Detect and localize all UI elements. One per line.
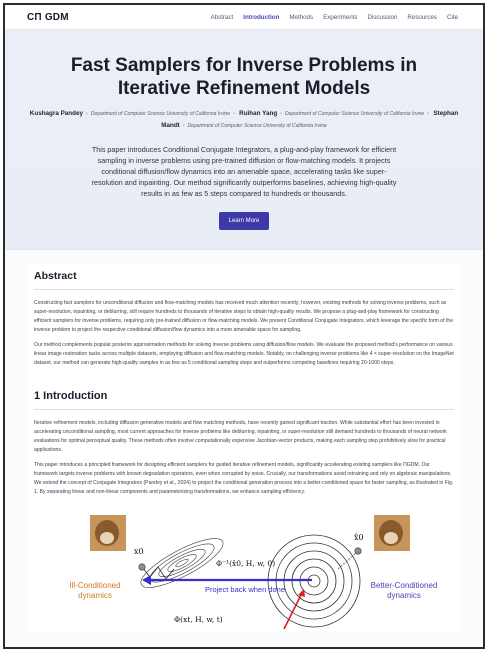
author-affiliation: Department of Computer Science Universit… — [187, 123, 327, 129]
better-conditioned-label: Better-Conditioned dynamics — [370, 581, 438, 600]
introduction-heading: 1 Introduction — [34, 390, 454, 410]
figure-diagram — [90, 515, 410, 630]
project-back-label: Project back when done — [204, 585, 286, 594]
nav-link-cite[interactable]: Cite — [442, 14, 463, 21]
phi-inverse-label: Φ⁻¹(x̂0, H, w, 0) — [216, 559, 276, 568]
top-nav: CΠ GDM Abstract Introduction Methods Exp… — [5, 5, 483, 30]
author-name[interactable]: Ruihan Yang — [239, 110, 277, 117]
hero-section: Fast Samplers for Inverse Problems in It… — [5, 30, 483, 250]
author-list: Kushagra Pandey • Department of Computer S… — [29, 110, 459, 129]
x0-left-label: x0 — [134, 547, 144, 556]
x0-left-point — [138, 563, 146, 571]
intro-paragraph: This paper introduces a principled frame… — [34, 462, 454, 495]
page-frame: CΠ GDM Abstract Introduction Methods Exp… — [3, 3, 485, 649]
author-affiliation: Department of Computer Science Universit… — [90, 111, 230, 117]
x0-right-point — [354, 547, 362, 555]
paper-body: Abstract Constructing fast samplers for … — [28, 264, 460, 631]
x0-right-label: x̂0 — [354, 533, 364, 542]
author-name[interactable]: Kushagra Pandey — [30, 110, 83, 117]
main-content: Abstract Constructing fast samplers for … — [5, 250, 483, 631]
nav-link-discussion[interactable]: Discussion — [362, 14, 402, 21]
ill-conditioned-label: Ill-Conditioned dynamics — [69, 581, 121, 600]
abstract-paragraph: Our method complements popular posterior… — [34, 342, 454, 366]
author-affiliation: Department of Computer Science Universit… — [284, 111, 425, 117]
figure-1: x0 x̂0 Ill-Conditioned dynamics Better-C… — [34, 511, 466, 631]
paper-title: Fast Samplers for Inverse Problems in It… — [70, 55, 418, 99]
left-trajectory — [141, 566, 175, 580]
nav-link-resources[interactable]: Resources — [402, 14, 442, 21]
nav-link-experiments[interactable]: Experiments — [318, 14, 362, 21]
intro-paragraph: Iterative refinement models, including d… — [34, 420, 447, 453]
nav-link-abstract[interactable]: Abstract — [206, 14, 239, 21]
nav-link-methods[interactable]: Methods — [284, 14, 318, 21]
phi-label: Φ(xt, H, w, t) — [174, 615, 223, 624]
abstract-paragraph: Constructing fast samplers for unconditi… — [34, 300, 454, 333]
nav-link-introduction[interactable]: Introduction — [238, 14, 284, 21]
learn-more-button[interactable]: Learn More — [218, 212, 270, 230]
site-logo[interactable]: CΠ GDM — [27, 12, 69, 23]
abstract-heading: Abstract — [34, 270, 454, 290]
hero-description: This paper introduces Conditional Conjug… — [91, 145, 397, 198]
nav-links: Abstract Introduction Methods Experiment… — [206, 14, 463, 21]
